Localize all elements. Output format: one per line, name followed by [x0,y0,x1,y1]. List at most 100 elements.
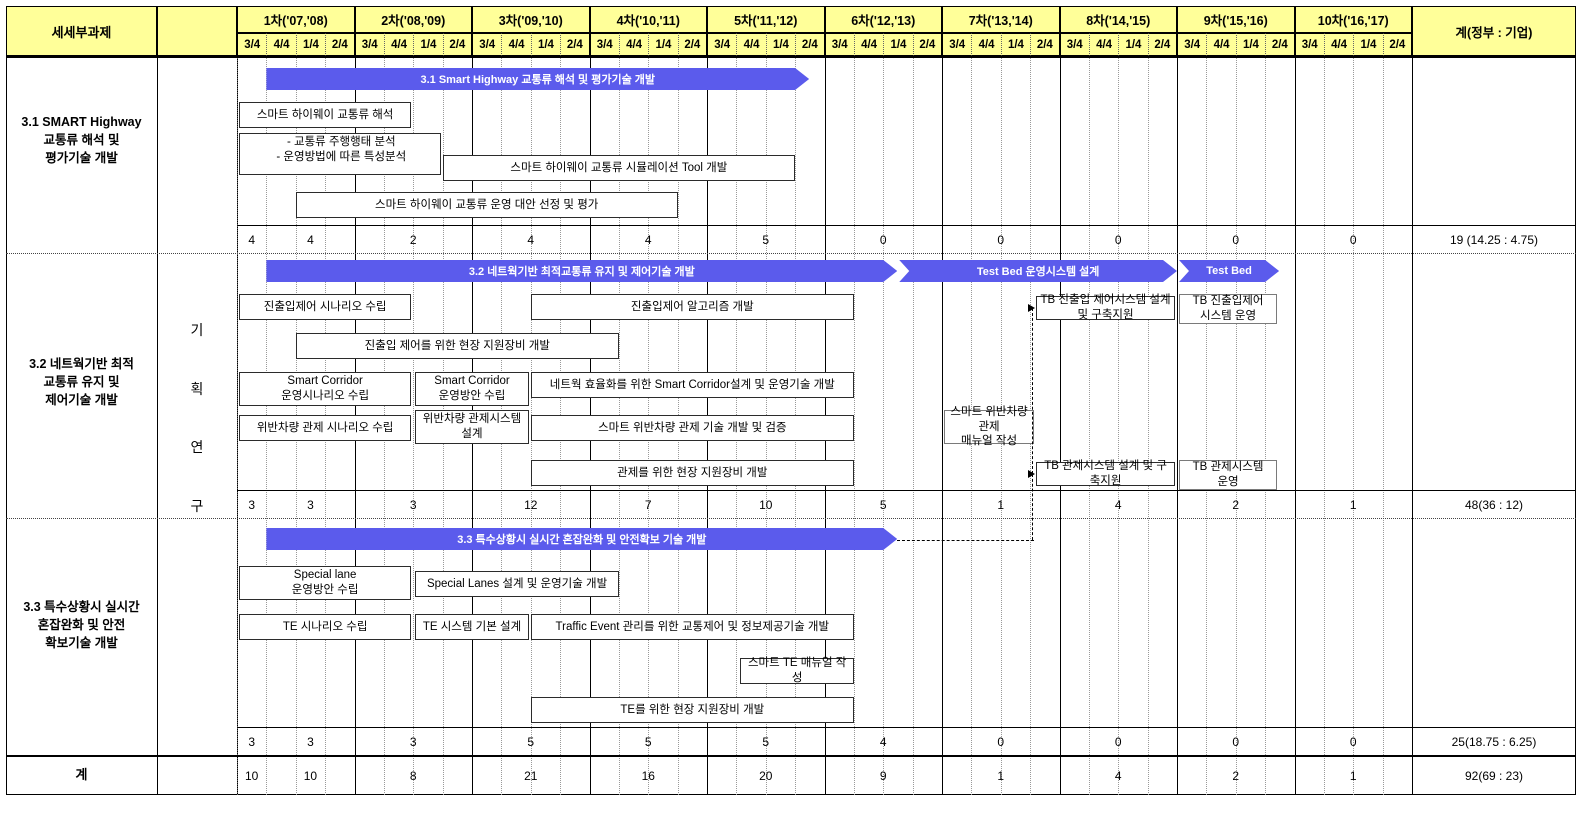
task-box-line: Smart Corridor [287,375,363,388]
task-box-line: 스마트 위반차량 관제 [950,405,1028,433]
header-bottom-rule [6,56,1576,58]
phase-divider-7 [1059,6,1061,795]
task-box-3-2-7: Smart Corridor 운영방안 수립 [415,372,529,406]
task-box-3-2-3: TB 진출입 제어시스템 설계 및 구축지원 [1036,294,1175,321]
connector-arrowhead [1028,304,1036,312]
subtotal-phase-1-5: 5 [762,233,770,247]
header-quarter-3-3: 1/4 [530,33,561,56]
quarter-gridline [1088,56,1090,795]
grand-total-phase-7: 1 [997,769,1005,783]
task-box-3-1-2: - 교통류 주행행태 분석 - 운영방법에 따른 특성분석 [239,133,441,175]
task-box-line: 스마트 위반차량 관제 기술 개발 및 검증 [598,421,787,434]
task-box-3-2-8: 네트웍 효율화를 위한 Smart Corridor설계 및 운영기술 개발 [530,372,854,398]
quarter-gridline [1147,56,1149,795]
grand-total-phase-9: 2 [1232,769,1240,783]
task-box-3-3-1: Special lane 운영방안 수립 [239,566,412,600]
quarter-gridline [1323,56,1325,795]
quarter-gridline [1353,56,1355,795]
header-quarter-8-1: 3/4 [1059,33,1089,56]
grand-total-first: 10 [245,769,259,783]
header-quarter-6-2: 4/4 [853,33,884,56]
task-box-3-2-9: 위반차량 관제 시나리오 수립 [239,415,412,441]
subtotal-phase-3-6: 4 [879,735,887,749]
task-box-line: Traffic Event 관리를 위한 교통제어 및 정보제공기술 개발 [555,620,830,633]
task-box-3-2-11: 스마트 위반차량 관제 기술 개발 및 검증 [530,415,854,441]
subtotal-phase-3-10: 0 [1349,735,1357,749]
task-box-line: 운영방안 수립 [291,584,359,596]
connector-hline [897,540,1035,541]
header-phase-8: 8차('14,'15) [1059,6,1177,33]
grand-total-phase-8: 4 [1114,769,1122,783]
header-phase-5: 5차('11,'12) [707,6,825,33]
task-box-3-2-14: TB 관제시스템 설계 및 구축지원 [1036,460,1175,487]
subtotal-phase-2-2: 3 [409,498,417,512]
header-phase-4: 4차('10,'11) [589,6,707,33]
subtotal-phase-1-9: 0 [1232,233,1240,247]
subtotal-phase-1-8: 0 [1114,233,1122,247]
grand-total-phase-10: 1 [1349,769,1357,783]
header-quarter-7-1: 3/4 [942,33,972,56]
grand-total-label: 계 [75,766,88,782]
header-quarter-2-1: 3/4 [354,33,384,56]
task-box-3-2-13: 관제를 위한 현장 지원장비 개발 [530,460,854,486]
header-quarter-10-2: 4/4 [1323,33,1354,56]
header-quarter-10-4: 2/4 [1382,33,1412,56]
header-quarter-3-4: 2/4 [560,33,590,56]
task-box-line: 시스템 운영 [1200,310,1257,322]
task-name-line: 확보기술 개발 [45,636,118,651]
vsep-2 [1412,6,1413,795]
task-box-line: 설계 [461,428,483,440]
task-box-3-3-7: TE를 위한 현장 지원장비 개발 [530,697,854,723]
header-task-column: 세세부과제 [6,6,157,56]
task-name-line: 3.2 네트웍기반 최적 [29,356,134,371]
header-quarter-7-3: 1/4 [1000,33,1031,56]
milestone-bar-label: Test Bed 운영시스템 설계 [976,266,1100,278]
subtotal-phase-3-2: 3 [409,735,417,749]
header-quarter-6-3: 1/4 [883,33,913,56]
row1-row2-sep [6,253,1576,254]
milestone-bar-label: 3.2 네트웍기반 최적교통류 유지 및 제어기술 개발 [468,266,695,278]
header-quarter-4-3: 1/4 [648,33,678,56]
task-box-line: 진출입 제어를 위한 현장 지원장비 개발 [364,339,550,352]
task-box-line: 운영방안 수립 [438,390,506,402]
header-quarter-6-4: 2/4 [912,33,942,56]
task-name-1: 3.1 SMART Highway 교통류 해석 및 평가기술 개발 [8,106,155,174]
header-quarter-7-2: 4/4 [971,33,1001,56]
task-name-line: 3.1 SMART Highway [21,114,142,129]
quarter-gridline [883,56,885,795]
milestone-bar-3-3: 3.3 특수상황시 실시간 혼잡완화 및 안전확보 기술 개발 [266,528,897,550]
task-box-line: Smart Corridor [434,375,510,388]
header-quarter-1-1: 3/4 [237,33,267,56]
header-quarter-2-4: 2/4 [442,33,472,56]
milestone-bar-testbed-design: Test Bed 운영시스템 설계 [899,260,1177,282]
phase-divider-3 [589,6,591,795]
header-quarter-4-2: 4/4 [618,33,649,56]
subtotal-rule-1 [237,225,1576,226]
quarter-gridline [1206,56,1208,795]
task-box-line: 진출입제어 알고리즘 개발 [630,300,754,313]
quarter-gridline [1118,56,1120,795]
subtotal-phase-3-7: 0 [997,735,1005,749]
header-quarter-9-4: 2/4 [1265,33,1295,56]
task-box-3-2-1: 진출입제어 시나리오 수립 [239,294,412,320]
task-name-3: 3.3 특수상황시 실시간 혼잡완화 및 안전 확보기술 개발 [8,591,155,659]
subtotal-first-2: 3 [248,498,256,512]
task-box-3-2-2: 진출입제어 알고리즘 개발 [530,294,854,320]
header-quarter-1-4: 2/4 [325,33,355,56]
phase-divider-9 [1294,6,1296,795]
milestone-bar-label: Test Bed [1206,265,1252,277]
milestone-bar-3-1: 3.1 Smart Highway 교통류 해석 및 평가기술 개발 [266,68,809,90]
header-quarter-6-1: 3/4 [824,33,854,56]
task-box-line: 스마트 하이웨이 교통류 운영 대안 선정 및 평가 [374,198,599,211]
task-box-3-2-4: TB 진출입제어 시스템 운영 [1179,294,1278,324]
task-box-3-2-5: 진출입 제어를 위한 현장 지원장비 개발 [295,333,619,359]
quarter-gridline [1382,56,1384,795]
header-quarter-2-3: 1/4 [413,33,443,56]
task-box-3-3-5: Traffic Event 관리를 위한 교통제어 및 정보제공기술 개발 [530,614,854,640]
header-phase-7: 7차('13,'14) [942,6,1060,33]
planning-research-char: 기 [190,322,204,338]
header-total-column: 계(정부 : 기업) [1412,6,1576,56]
quarter-gridline [1235,56,1237,795]
milestone-bar-label: 3.1 Smart Highway 교통류 해석 및 평가기술 개발 [420,74,656,86]
subtotal-phase-1-7: 0 [997,233,1005,247]
